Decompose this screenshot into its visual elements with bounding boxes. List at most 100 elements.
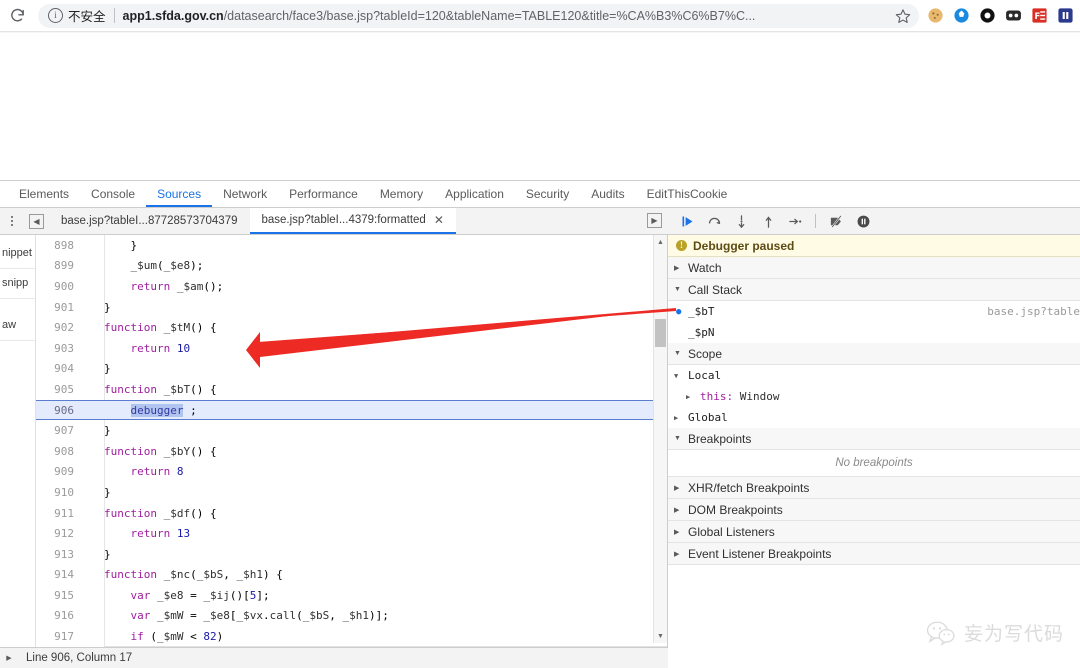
tab-audits[interactable]: Audits [580, 187, 635, 207]
code-line[interactable]: 908 function _$bY() { [36, 441, 653, 462]
line-number[interactable]: 909 [36, 465, 82, 478]
line-number[interactable]: 911 [36, 507, 82, 520]
line-number[interactable]: 914 [36, 568, 82, 581]
expand-drawer-icon[interactable]: ▶ [0, 654, 18, 662]
pane-header-call-stack[interactable]: ▼ Call Stack [668, 279, 1080, 301]
line-number[interactable]: 905 [36, 383, 82, 396]
code-text[interactable]: } [82, 486, 653, 499]
code-text[interactable]: } [82, 362, 653, 375]
code-line[interactable]: 902 function _$tM() { [36, 317, 653, 338]
code-text[interactable]: var _$e8 = _$ij()[5]; [82, 589, 653, 602]
fe-helper-extension-icon[interactable]: F [1031, 7, 1048, 24]
step-out-button[interactable] [759, 212, 777, 230]
scope-local-this[interactable]: ▶ this: Window [668, 386, 1080, 407]
line-number[interactable]: 910 [36, 486, 82, 499]
code-text[interactable]: return _$am(); [82, 280, 653, 293]
pane-header-event-listener-breakpoints[interactable]: ▶ Event Listener Breakpoints [668, 543, 1080, 565]
tab-network[interactable]: Network [212, 187, 278, 207]
pane-header-dom-breakpoints[interactable]: ▶ DOM Breakpoints [668, 499, 1080, 521]
code-text[interactable]: _$um(_$e8); [82, 259, 653, 272]
tab-application[interactable]: Application [434, 187, 515, 207]
line-number[interactable]: 904 [36, 362, 82, 375]
proxy-extension-icon[interactable] [953, 7, 970, 24]
nav-strip-item-1[interactable]: snipp [0, 269, 35, 299]
vscroll-thumb[interactable] [655, 319, 666, 347]
line-number[interactable]: 903 [36, 342, 82, 355]
code-line[interactable]: 916 var _$mW = _$e8[_$vx.call(_$bS, _$h1… [36, 606, 653, 627]
call-stack-row-0[interactable]: ● _$bT base.jsp?table [668, 301, 1080, 322]
tab-editthiscookie[interactable]: EditThisCookie [636, 187, 739, 207]
nav-strip-item-0[interactable]: nippet [0, 239, 35, 269]
scope-local[interactable]: ▼ Local [668, 365, 1080, 386]
tab-sources[interactable]: Sources [146, 187, 213, 207]
bookmark-star-icon[interactable] [895, 8, 911, 24]
line-number[interactable]: 900 [36, 280, 82, 293]
code-text[interactable]: function _$df() { [82, 507, 653, 520]
code-text[interactable]: } [82, 424, 653, 437]
code-text[interactable]: function _$bT() { [82, 383, 653, 396]
code-text[interactable]: debugger ; [82, 403, 653, 417]
tab-memory[interactable]: Memory [369, 187, 434, 207]
step-button[interactable] [786, 212, 804, 230]
kebab-menu-icon[interactable] [0, 208, 24, 234]
line-number[interactable]: 913 [36, 548, 82, 561]
code-text[interactable]: return 8 [82, 465, 653, 478]
tampermonkey-extension-icon[interactable] [1005, 7, 1022, 24]
nav-prev-icon[interactable]: ◀ [29, 213, 44, 229]
code-line[interactable]: 899 _$um(_$e8); [36, 256, 653, 277]
pane-header-watch[interactable]: ▶ Watch [668, 257, 1080, 279]
code-line[interactable]: 898 } [36, 235, 653, 256]
scroll-up-icon[interactable]: ▲ [654, 235, 667, 249]
resume-script-button[interactable] [678, 212, 696, 230]
pause-on-exceptions-button[interactable] [854, 212, 872, 230]
code-line[interactable]: 913} [36, 544, 653, 565]
code-text[interactable]: function _$bY() { [82, 445, 653, 458]
line-number[interactable]: 908 [36, 445, 82, 458]
line-number[interactable]: 902 [36, 321, 82, 334]
tab-elements[interactable]: Elements [8, 187, 80, 207]
close-icon[interactable]: ✕ [434, 212, 444, 229]
code-text[interactable]: return 13 [82, 527, 653, 540]
code-line[interactable]: 904} [36, 359, 653, 380]
code-text[interactable]: if (_$mW < 82) [82, 630, 653, 643]
code-text[interactable]: } [82, 548, 653, 561]
file-tab-original[interactable]: base.jsp?tableI...87728573704379 [49, 208, 250, 234]
file-tab-formatted[interactable]: base.jsp?tableI...4379:formatted ✕ [249, 208, 456, 234]
nav-next-icon[interactable]: ▶ [647, 213, 662, 228]
line-number[interactable]: 899 [36, 259, 82, 272]
code-text[interactable]: function _$tM() { [82, 321, 653, 334]
code-line[interactable]: 914 function _$nc(_$bS, _$h1) { [36, 565, 653, 586]
code-line[interactable]: 901} [36, 297, 653, 318]
line-number[interactable]: 917 [36, 630, 82, 643]
cookie-extension-icon[interactable] [927, 7, 944, 24]
code-line[interactable]: 909 return 8 [36, 462, 653, 483]
pane-header-xhr-fetch-breakpoints[interactable]: ▶ XHR/fetch Breakpoints [668, 477, 1080, 499]
code-line[interactable]: 912 return 13 [36, 523, 653, 544]
pane-header-global-listeners[interactable]: ▶ Global Listeners [668, 521, 1080, 543]
tab-console[interactable]: Console [80, 187, 146, 207]
call-stack-row-1[interactable]: _$pN [668, 322, 1080, 343]
code-lines[interactable]: 898 } 899 _$um(_$e8); 900 return _$am(); 90… [36, 235, 653, 643]
code-line[interactable]: 903 return 10 [36, 338, 653, 359]
step-over-button[interactable] [705, 212, 723, 230]
code-text[interactable]: function _$nc(_$bS, _$h1) { [82, 568, 653, 581]
line-number[interactable]: 915 [36, 589, 82, 602]
line-number[interactable]: 898 [36, 239, 82, 252]
adblock-extension-icon[interactable] [979, 7, 996, 24]
code-text[interactable]: } [82, 301, 653, 314]
code-text[interactable]: var _$mW = _$e8[_$vx.call(_$bS, _$h1)]; [82, 609, 653, 622]
code-line[interactable]: 910} [36, 482, 653, 503]
address-bar[interactable]: i 不安全 app1.sfda.gov.cn/datasearch/face3/… [38, 3, 919, 28]
code-line-highlighted[interactable]: 906 debugger ; [36, 399, 653, 421]
line-number[interactable]: 916 [36, 609, 82, 622]
code-line[interactable]: 917 if (_$mW < 82) [36, 626, 653, 643]
code-text[interactable]: } [82, 239, 653, 252]
editor-vertical-scrollbar[interactable]: ▲ ▼ [653, 235, 667, 643]
pane-header-scope[interactable]: ▼ Scope [668, 343, 1080, 365]
line-number[interactable]: 912 [36, 527, 82, 540]
generic-extension-icon[interactable] [1057, 7, 1074, 24]
code-line[interactable]: 915 var _$e8 = _$ij()[5]; [36, 585, 653, 606]
info-icon[interactable]: i [48, 8, 63, 23]
line-number[interactable]: 907 [36, 424, 82, 437]
line-number[interactable]: 901 [36, 301, 82, 314]
